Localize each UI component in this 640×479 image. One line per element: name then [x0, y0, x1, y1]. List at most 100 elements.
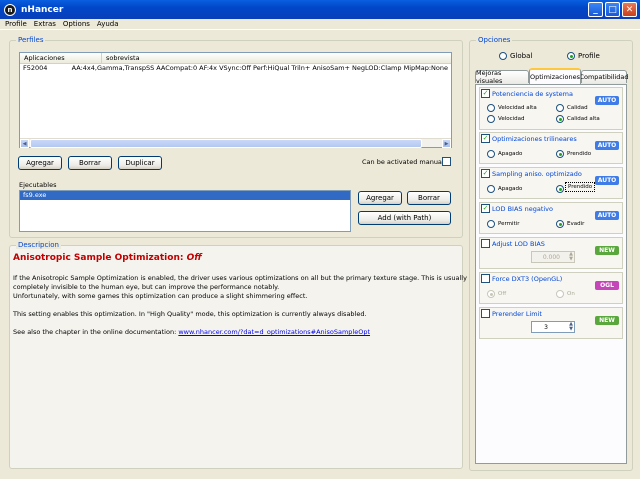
executable-name: fs9.exe [23, 191, 47, 199]
profile-overview-cell: AA:4x4,Gamma,TranspSS AACompat:0 AF:4x V… [71, 64, 448, 72]
prerender-limit-value: 3 [544, 324, 548, 331]
column-header-applications[interactable]: Aplicaciones [20, 53, 102, 63]
radio-quality[interactable] [556, 104, 564, 112]
radio-trilinear-on[interactable] [556, 150, 564, 158]
delete-executable-button[interactable]: Borrar [407, 191, 451, 205]
system-performance-checkbox[interactable]: ✓ [481, 89, 490, 98]
radio-lod-clamp[interactable] [556, 220, 564, 228]
label-trilinear-on: Prendido [567, 151, 592, 157]
ogl-badge: OGL [595, 281, 619, 290]
label-aniso-on: Prendido [565, 182, 596, 192]
description-para1-line3: Unfortunately, with some games this opti… [13, 292, 308, 300]
tab-label: Mejoras visuales [476, 69, 503, 85]
documentation-link[interactable]: www.nhancer.com/?dat=d_optimizations#Ani… [178, 328, 370, 336]
manual-activation-label: Can be activated manually [362, 158, 450, 166]
negative-lod-checkbox[interactable]: ✓ [481, 204, 490, 213]
tab-visual-improvements[interactable]: Mejoras visuales [475, 69, 529, 85]
adjust-lod-checkbox[interactable] [481, 239, 490, 248]
prerender-limit-checkbox[interactable] [481, 309, 490, 318]
description-para1-line1: If the Anisotropic Sample Optimization i… [13, 274, 467, 282]
description-para2: This setting enables this optimization. … [13, 310, 367, 318]
label-speed: Velocidad [498, 116, 525, 122]
duplicate-profile-button[interactable]: Duplicar [118, 156, 162, 170]
force-dxt3-checkbox[interactable] [481, 274, 490, 283]
table-row[interactable]: F52004 AA:4x4,Gamma,TranspSS AACompat:0 … [20, 64, 451, 73]
close-button[interactable]: ✕ [622, 2, 637, 17]
trilinear-checkbox[interactable]: ✓ [481, 134, 490, 143]
list-item[interactable]: fs9.exe [20, 191, 350, 200]
aniso-sampling-label: Sampling aniso. optimizado [492, 170, 582, 178]
auto-badge: AUTO [595, 176, 619, 185]
tab-optimizations[interactable]: Optimizaciones [529, 68, 581, 84]
label-dxt3-off: Off [498, 291, 507, 297]
add-executable-button[interactable]: Agregar [358, 191, 402, 205]
scope-global-radio[interactable] [499, 52, 507, 60]
radio-high-speed[interactable] [487, 104, 495, 112]
menu-help[interactable]: Ayuda [97, 20, 119, 28]
spinner-arrows-icon[interactable]: ▲ ▼ [569, 322, 573, 332]
scroll-thumb[interactable] [30, 139, 422, 148]
manual-activation-checkbox[interactable] [442, 157, 451, 166]
radio-speed[interactable] [487, 115, 495, 123]
column-header-overview[interactable]: sobrevista [102, 53, 451, 63]
window-title: nHancer [21, 4, 64, 15]
auto-badge: AUTO [595, 211, 619, 220]
minimize-icon: _ [593, 4, 598, 15]
label-quality: Calidad [567, 105, 588, 111]
radio-high-quality[interactable] [556, 115, 564, 123]
label-high-speed: Velocidad alta [498, 105, 537, 111]
options-group-title: Opciones [476, 36, 513, 44]
prerender-limit-spinner[interactable]: 3 ▲ ▼ [531, 321, 575, 333]
nhancer-app-icon[interactable]: n [4, 3, 16, 16]
trilinear-label: Optimizaciones trilineares [492, 135, 577, 143]
delete-profile-button[interactable]: Borrar [68, 156, 112, 170]
menu-profile[interactable]: Profile [5, 20, 27, 28]
spinner-arrows-icon[interactable]: ▲ ▼ [569, 252, 573, 262]
auto-badge: AUTO [595, 141, 619, 150]
scroll-left-icon[interactable]: ◀ [20, 139, 29, 148]
description-heading-text: Anisotropic Sample Optimization: [13, 253, 184, 263]
profiles-list[interactable]: Aplicaciones sobrevista F52004 AA:4x4,Ga… [19, 52, 452, 148]
scroll-right-icon[interactable]: ▶ [442, 139, 451, 148]
add-with-path-button[interactable]: Add (with Path) [358, 211, 451, 225]
negative-lod-label: LOD BIAS negativo [492, 205, 553, 213]
close-icon: ✕ [625, 4, 634, 15]
maximize-button[interactable]: □ [605, 2, 620, 17]
description-para3: See also the chapter in the online docum… [13, 328, 370, 337]
lod-bias-value: 0.000 [542, 254, 560, 261]
description-heading: Anisotropic Sample Optimization: Off [13, 254, 202, 263]
description-heading-state: Off [186, 253, 202, 263]
aniso-sampling-checkbox[interactable]: ✓ [481, 169, 490, 178]
profile-app-cell: F52004 [23, 64, 48, 72]
lod-bias-spinner[interactable]: 0.000 ▲ ▼ [531, 251, 575, 263]
executables-label: Ejecutables [19, 181, 57, 189]
menu-extras[interactable]: Extras [34, 20, 56, 28]
new-badge: NEW [595, 316, 619, 325]
prerender-limit-label: Prerender Limit [492, 310, 542, 318]
system-performance-label: Potenciencia de systema [492, 90, 573, 98]
radio-aniso-off[interactable] [487, 185, 495, 193]
radio-trilinear-off[interactable] [487, 150, 495, 158]
scope-profile-label: Profile [578, 52, 600, 60]
adjust-lod-label: Adjust LOD BIAS [492, 240, 545, 248]
tab-compatibility[interactable]: Compatibilidad [579, 70, 629, 83]
profiles-horizontal-scrollbar[interactable]: ◀ ▶ [20, 138, 451, 148]
label-aniso-off: Apagado [498, 186, 523, 192]
force-dxt3-label: Force DXT3 (OpenGL) [492, 275, 563, 283]
radio-dxt3-off[interactable] [487, 290, 495, 298]
scope-profile-radio[interactable] [567, 52, 575, 60]
menu-options[interactable]: Options [63, 20, 90, 28]
profiles-list-header: Aplicaciones sobrevista [20, 53, 451, 64]
radio-aniso-on[interactable] [556, 185, 564, 193]
description-para3-text: See also the chapter in the online docum… [13, 328, 177, 336]
tab-label: Optimizaciones [530, 73, 580, 81]
label-lod-clamp: Evadir [567, 221, 585, 227]
minimize-button[interactable]: _ [588, 2, 603, 17]
radio-lod-allow[interactable] [487, 220, 495, 228]
add-profile-button[interactable]: Agregar [18, 156, 62, 170]
executables-list[interactable]: fs9.exe [19, 190, 351, 232]
radio-dxt3-on[interactable] [556, 290, 564, 298]
label-high-quality: Calidad alta [567, 116, 600, 122]
description-group-title: Descripcion [16, 241, 61, 249]
new-badge: NEW [595, 246, 619, 255]
